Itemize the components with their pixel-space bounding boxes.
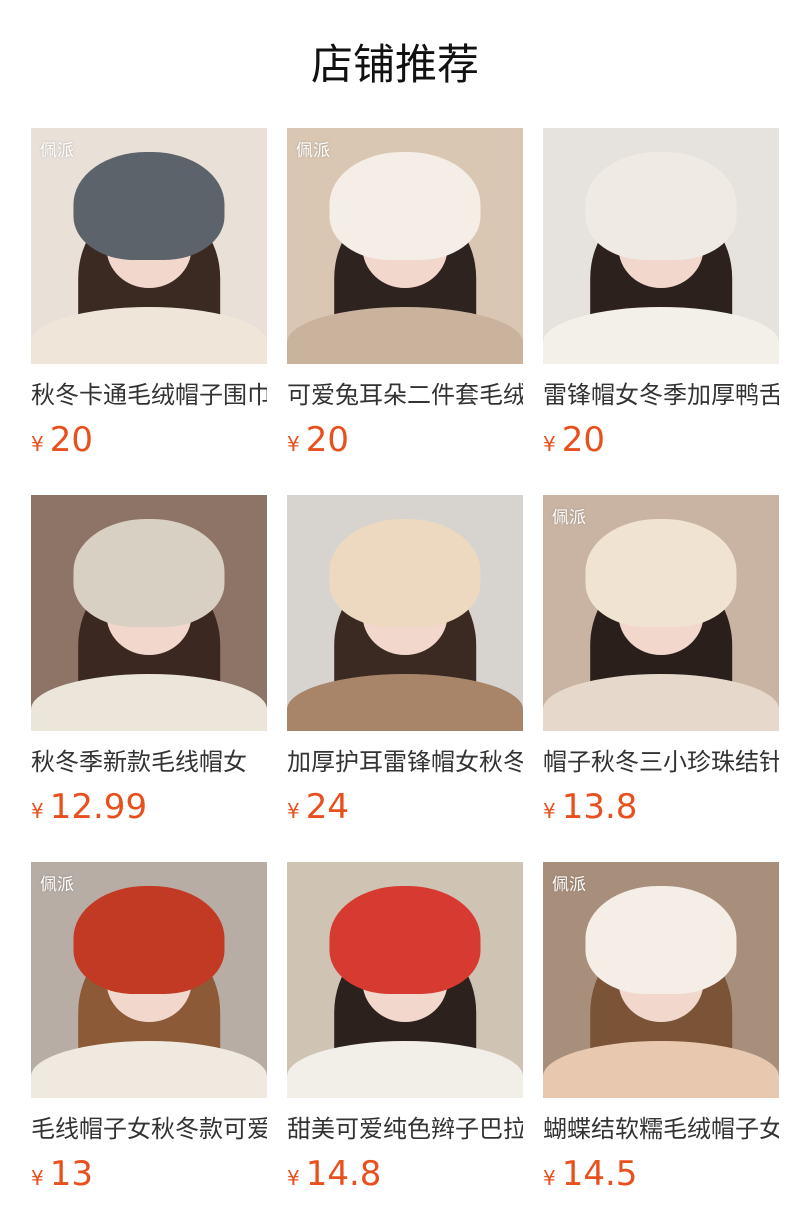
product-price: ¥24 [287,787,523,827]
product-name[interactable]: 毛线帽子女秋冬款可爱 [31,1113,267,1145]
image-hat [73,151,225,261]
product-name[interactable]: 蝴蝶结软糯毛绒帽子女 [543,1113,779,1145]
brand-watermark: 佩派 [552,875,586,895]
image-hat [585,885,737,995]
product-price: ¥14.5 [543,1154,779,1194]
price-value: 12.99 [49,787,148,827]
image-hat [329,885,481,995]
brand-watermark: 佩派 [296,141,330,161]
product-name[interactable]: 可爱兔耳朵二件套毛绒 [287,379,523,411]
product-name[interactable]: 雷锋帽女冬季加厚鸭舌 [543,379,779,411]
price-value: 20 [305,420,349,460]
product-price: ¥13.8 [543,787,779,827]
product-name[interactable]: 秋冬卡通毛绒帽子围巾 [31,379,267,411]
product-grid: 佩派 秋冬卡通毛绒帽子围巾 ¥20 佩派 可爱兔耳朵二件套毛绒 ¥20 雷锋帽女… [31,128,779,1229]
currency-symbol: ¥ [287,799,300,823]
image-hat [73,885,225,995]
product-card-1[interactable]: 佩派 秋冬卡通毛绒帽子围巾 ¥20 [31,128,267,495]
product-image[interactable]: 佩派 [31,128,267,364]
product-card-6[interactable]: 佩派 帽子秋冬三小珍珠结针 ¥13.8 [543,495,779,862]
price-value: 14.8 [305,1154,382,1194]
image-hat [73,518,225,628]
price-value: 24 [305,787,349,827]
price-value: 13.8 [561,787,638,827]
product-image[interactable] [287,862,523,1098]
currency-symbol: ¥ [287,432,300,456]
product-name[interactable]: 加厚护耳雷锋帽女秋冬 [287,746,523,778]
image-hat [585,518,737,628]
product-name[interactable]: 帽子秋冬三小珍珠结针 [543,746,779,778]
brand-watermark: 佩派 [40,875,74,895]
currency-symbol: ¥ [543,432,556,456]
product-price: ¥20 [287,420,523,460]
product-price: ¥20 [543,420,779,460]
product-card-2[interactable]: 佩派 可爱兔耳朵二件套毛绒 ¥20 [287,128,523,495]
product-price: ¥20 [31,420,267,460]
product-price: ¥14.8 [287,1154,523,1194]
currency-symbol: ¥ [31,799,44,823]
product-name[interactable]: 甜美可爱纯色辫子巴拉 [287,1113,523,1145]
currency-symbol: ¥ [31,432,44,456]
image-hat [329,518,481,628]
price-value: 20 [561,420,605,460]
currency-symbol: ¥ [543,799,556,823]
product-card-9[interactable]: 佩派 蝴蝶结软糯毛绒帽子女 ¥14.5 [543,862,779,1229]
product-card-8[interactable]: 甜美可爱纯色辫子巴拉 ¥14.8 [287,862,523,1229]
product-name[interactable]: 秋冬季新款毛线帽女 [31,746,267,778]
product-image[interactable] [31,495,267,731]
product-image[interactable]: 佩派 [31,862,267,1098]
image-hat [329,151,481,261]
product-card-4[interactable]: 秋冬季新款毛线帽女 ¥12.99 [31,495,267,862]
price-value: 20 [49,420,93,460]
currency-symbol: ¥ [287,1166,300,1190]
product-card-7[interactable]: 佩派 毛线帽子女秋冬款可爱 ¥13 [31,862,267,1229]
product-image[interactable]: 佩派 [287,128,523,364]
product-card-3[interactable]: 雷锋帽女冬季加厚鸭舌 ¥20 [543,128,779,495]
price-value: 13 [49,1154,93,1194]
currency-symbol: ¥ [543,1166,556,1190]
price-value: 14.5 [561,1154,638,1194]
brand-watermark: 佩派 [40,141,74,161]
product-price: ¥13 [31,1154,267,1194]
currency-symbol: ¥ [31,1166,44,1190]
product-image[interactable]: 佩派 [543,862,779,1098]
product-card-5[interactable]: 加厚护耳雷锋帽女秋冬 ¥24 [287,495,523,862]
image-hat [585,151,737,261]
product-image[interactable]: 佩派 [543,495,779,731]
product-image[interactable] [287,495,523,731]
product-price: ¥12.99 [31,787,267,827]
page-title: 店铺推荐 [310,40,479,89]
product-image[interactable] [543,128,779,364]
brand-watermark: 佩派 [552,508,586,528]
